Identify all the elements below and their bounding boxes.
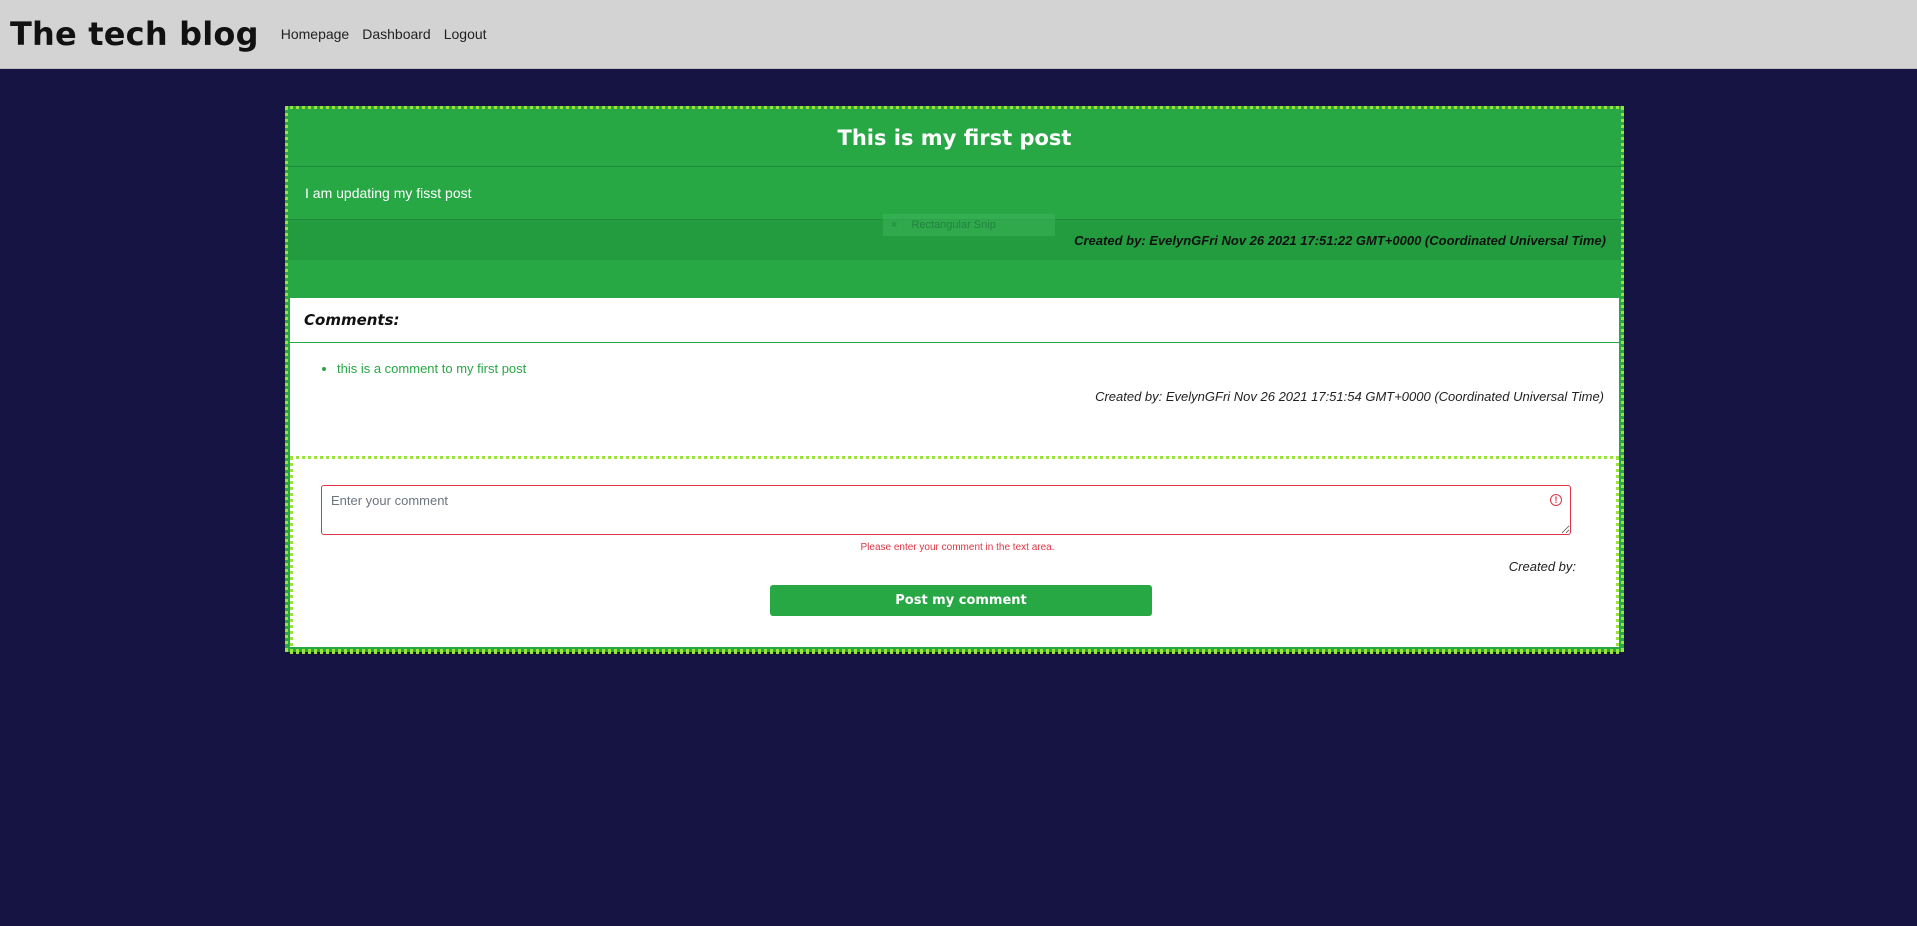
nav-link-homepage[interactable]: Homepage [281, 26, 350, 42]
post-footer: × Rectangular Snip Created by: EvelynGFr… [288, 214, 1621, 260]
close-icon[interactable]: × [891, 219, 897, 231]
post-title: This is my first post [288, 109, 1621, 167]
snip-label: Rectangular Snip [911, 219, 996, 231]
post-comment-button[interactable]: Post my comment [770, 585, 1152, 616]
validation-message: Please enter your comment in the text ar… [860, 542, 1055, 553]
card-spacer [288, 260, 1621, 299]
comments-header: Comments: [290, 298, 1619, 343]
navbar: The tech blog Homepage Dashboard Logout [0, 0, 1917, 69]
post-card: This is my first post I am updating my f… [285, 106, 1624, 654]
site-brand[interactable]: The tech blog [10, 15, 259, 53]
comment-created-by: Created by: EvelynGFri Nov 26 2021 17:51… [1095, 389, 1604, 404]
post-created-by: Created by: EvelynGFri Nov 26 2021 17:51… [1074, 232, 1606, 248]
comment-textarea[interactable] [322, 486, 1570, 534]
comment-textarea-wrapper: ! [321, 485, 1571, 535]
form-created-by-label: Created by: [1508, 559, 1576, 574]
comment-item: this is a comment to my first post [337, 361, 1619, 376]
nav-link-logout[interactable]: Logout [444, 26, 487, 42]
post-body: I am updating my fisst post [288, 167, 1621, 220]
rectangular-snip-overlay[interactable]: × Rectangular Snip [883, 214, 1055, 236]
comment-form: ! Please enter your comment in the text … [290, 456, 1619, 654]
comment-list: this is a comment to my first post [290, 343, 1619, 376]
comments-panel: Comments: this is a comment to my first … [290, 298, 1619, 654]
error-alert-icon: ! [1550, 494, 1562, 506]
nav-link-dashboard[interactable]: Dashboard [362, 26, 431, 42]
